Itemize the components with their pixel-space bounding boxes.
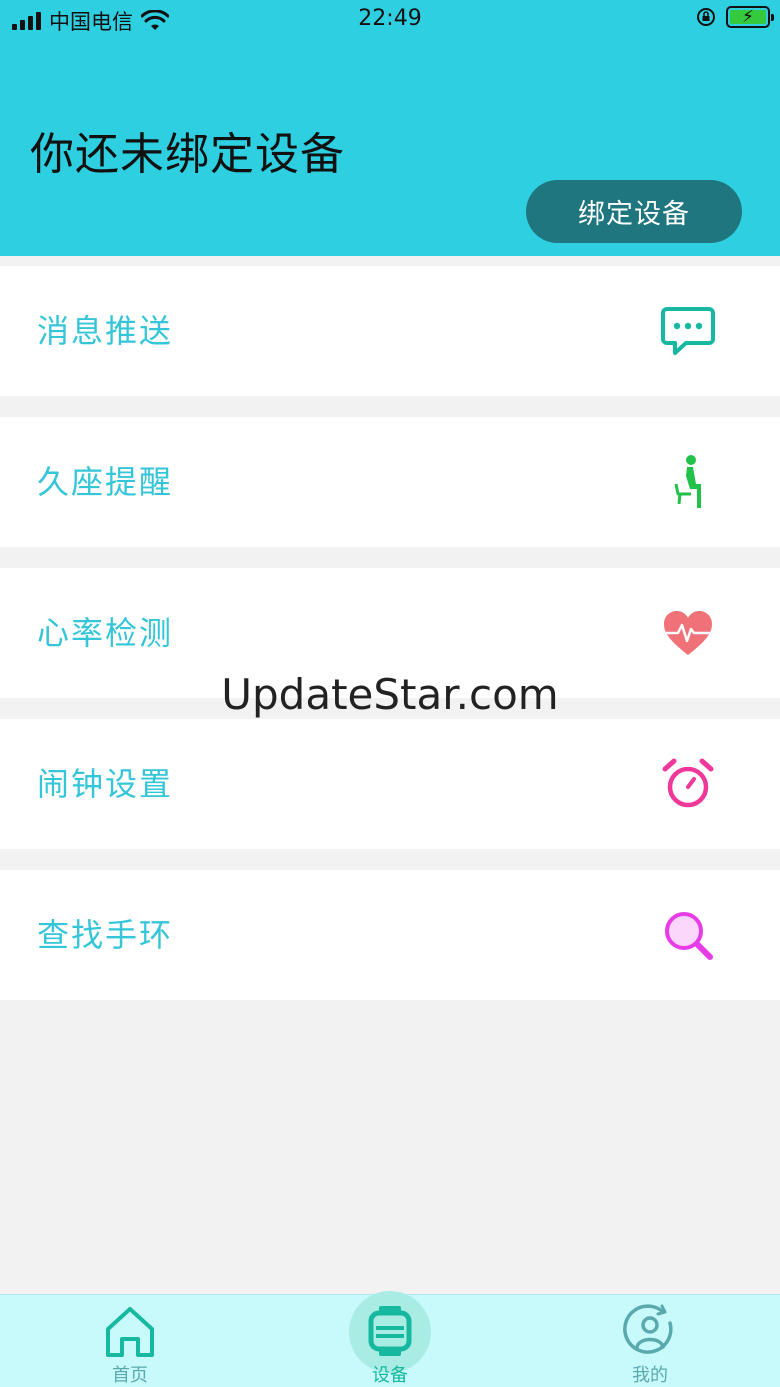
rotation-lock-icon [697, 8, 715, 26]
tab-bar: 首页 设备 我的 [0, 1291, 780, 1387]
menu-item-label: 闹钟设置 [37, 765, 174, 803]
profile-icon [623, 1304, 673, 1354]
tab-label: 首页 [112, 1365, 148, 1386]
status-time: 22:49 [358, 6, 422, 31]
tab-profile[interactable]: 我的 [570, 1295, 730, 1387]
menu-item-sedentary-reminder[interactable]: 久座提醒 [0, 417, 780, 547]
tab-device[interactable]: 设备 [310, 1291, 470, 1387]
bind-device-button[interactable]: 绑定设备 [526, 180, 742, 243]
menu-item-find-band[interactable]: 查找手环 [0, 870, 780, 1000]
alarm-clock-icon [662, 758, 714, 808]
watch-icon [368, 1306, 412, 1356]
menu-item-label: 消息推送 [37, 312, 174, 350]
tab-home[interactable]: 首页 [50, 1295, 210, 1387]
page-title: 你还未绑定设备 [30, 129, 345, 180]
battery-charging-icon: ⚡ [726, 6, 774, 28]
tab-label: 设备 [372, 1365, 408, 1386]
heart-rate-icon [664, 611, 712, 655]
menu-item-alarm-settings[interactable]: 闹钟设置 [0, 719, 780, 849]
tab-label: 我的 [632, 1365, 668, 1386]
search-icon [665, 912, 713, 960]
message-icon [661, 307, 715, 355]
status-bar: 中国电信 22:49 ⚡ [0, 0, 780, 38]
sitting-person-icon [674, 455, 701, 508]
menu-item-message-push[interactable]: 消息推送 [0, 266, 780, 396]
menu-item-label: 查找手环 [37, 916, 174, 954]
watermark-text: UpdateStar.com [221, 670, 559, 719]
home-icon [106, 1307, 154, 1357]
menu-item-label: 久座提醒 [37, 463, 174, 501]
